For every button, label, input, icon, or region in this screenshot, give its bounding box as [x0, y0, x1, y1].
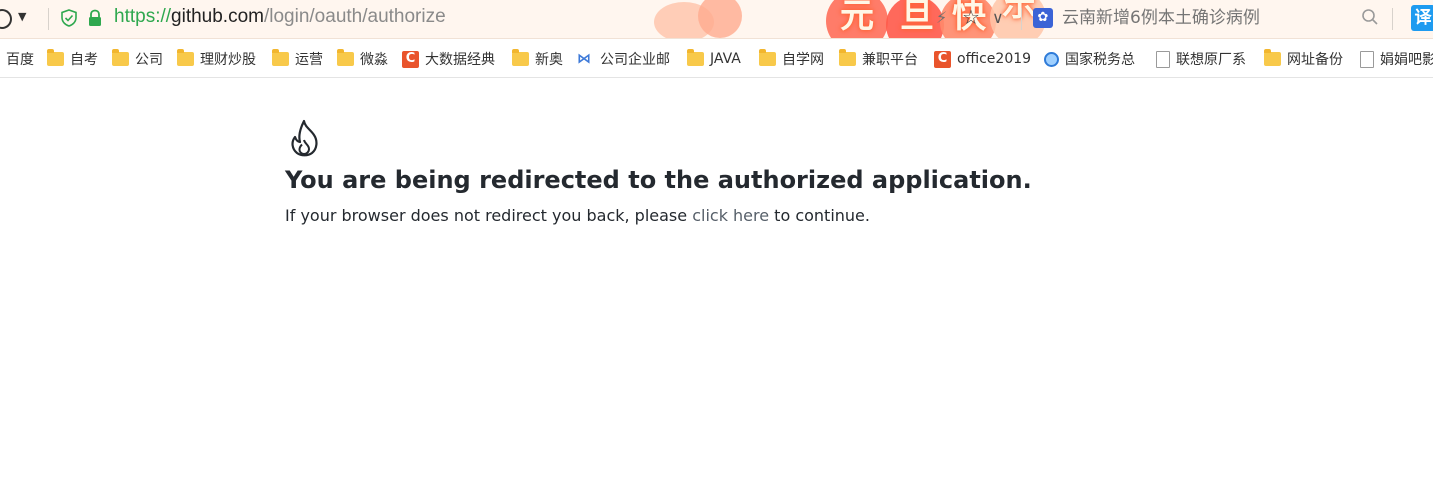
- bookmark-item[interactable]: 国家税务总: [1044, 49, 1135, 69]
- url-path: /login/oauth/authorize: [263, 6, 446, 27]
- bookmark-label: 百度: [6, 52, 34, 68]
- bookmark-label: 网址备份: [1287, 52, 1343, 68]
- bookmark-label: 新奥: [535, 52, 563, 68]
- festival-char-4: 乐: [1002, 0, 1036, 24]
- folder-icon: [112, 49, 129, 66]
- bookmark-label: JAVA: [710, 51, 741, 67]
- bookmark-label: 国家税务总: [1065, 52, 1135, 68]
- search-input[interactable]: [1062, 6, 1342, 30]
- bookmark-label: 兼职平台: [862, 52, 918, 68]
- bookmark-label: 理财炒股: [200, 52, 256, 68]
- folder-icon: [759, 49, 776, 66]
- bookmark-item[interactable]: 娟娟吧影: [1360, 49, 1433, 69]
- bookmark-label: office2019: [957, 51, 1032, 67]
- flame-icon: [291, 119, 318, 157]
- click-here-link[interactable]: click here: [692, 206, 769, 225]
- bookmark-label: 自学网: [782, 52, 824, 68]
- bookmark-item[interactable]: 微淼: [337, 49, 388, 69]
- bookmark-label: 娟娟吧影: [1380, 52, 1433, 68]
- bookmark-item[interactable]: 百度: [6, 49, 34, 69]
- bookmark-item[interactable]: 理财炒股: [177, 49, 256, 69]
- folder-icon: [47, 49, 64, 66]
- bookmark-item[interactable]: 联想原厂系: [1156, 49, 1246, 69]
- chevron-down-icon[interactable]: ∨: [992, 8, 1004, 27]
- url-scheme: https://: [114, 6, 172, 27]
- bookmark-item[interactable]: 新奥: [512, 49, 563, 69]
- bookmark-item[interactable]: ⋈ 公司企业邮: [577, 49, 670, 69]
- tax-search-icon: [1044, 51, 1059, 67]
- reload-menu-caret-icon[interactable]: ▼: [18, 10, 26, 23]
- mail-logo-icon: ⋈: [577, 51, 591, 67]
- lightning-icon[interactable]: ⚡: [936, 8, 947, 27]
- page-title: You are being redirected to the authoriz…: [285, 166, 1032, 194]
- toolbar-divider: [1392, 8, 1393, 30]
- star-icon[interactable]: ☆: [962, 5, 980, 29]
- bookmark-item[interactable]: 公司: [112, 49, 163, 69]
- folder-icon: [337, 49, 354, 66]
- bookmark-item[interactable]: JAVA: [687, 49, 741, 69]
- paw-icon[interactable]: ✿: [1033, 8, 1053, 28]
- bookmark-item[interactable]: C office2019: [934, 49, 1031, 69]
- bookmark-label: 公司企业邮: [600, 52, 670, 68]
- bookmark-label: 大数据经典: [425, 52, 495, 68]
- folder-icon: [839, 49, 856, 66]
- folder-icon: [687, 49, 704, 66]
- url-field[interactable]: https://github.com/login/oauth/authorize: [114, 6, 446, 28]
- bookmark-label: 自考: [70, 52, 98, 68]
- csdn-icon: C: [934, 50, 951, 68]
- bookmarks-bar: 百度 自考 公司 理财炒股 运营 微淼 C 大数据经典 新奥 ⋈ 公司企业邮 J…: [0, 39, 1433, 78]
- reload-icon[interactable]: [0, 9, 12, 29]
- bookmark-item[interactable]: 网址备份: [1264, 49, 1343, 69]
- festival-char-2: 旦: [900, 0, 934, 36]
- file-icon: [1156, 50, 1170, 68]
- bookmark-item[interactable]: C 大数据经典: [402, 49, 495, 69]
- toolbar-divider: [48, 8, 49, 30]
- folder-icon: [177, 49, 194, 66]
- toolbar-divider: [1021, 8, 1022, 30]
- folder-icon: [272, 49, 289, 66]
- festival-char-1: 元: [840, 0, 874, 36]
- bookmark-item[interactable]: 运营: [272, 49, 323, 69]
- folder-icon: [512, 49, 529, 66]
- bookmark-label: 公司: [135, 52, 163, 68]
- bookmark-item[interactable]: 自考: [47, 49, 98, 69]
- folder-icon: [1264, 49, 1281, 66]
- bookmark-label: 微淼: [360, 52, 388, 68]
- lock-icon[interactable]: [87, 9, 103, 27]
- translate-icon[interactable]: 译: [1411, 5, 1433, 31]
- note-text-before: If your browser does not redirect you ba…: [285, 206, 693, 225]
- redirect-note: If your browser does not redirect you ba…: [285, 206, 870, 225]
- bookmark-label: 联想原厂系: [1176, 52, 1246, 68]
- festival-banner: 元 旦 快 乐: [650, 0, 1070, 38]
- url-host: github.com: [171, 6, 264, 27]
- search-icon[interactable]: [1361, 8, 1379, 26]
- note-text-after: to continue.: [769, 206, 870, 225]
- bookmark-label: 运营: [295, 52, 323, 68]
- file-icon: [1360, 50, 1374, 68]
- shield-check-icon[interactable]: [60, 9, 78, 27]
- csdn-icon: C: [402, 50, 419, 68]
- bookmark-item[interactable]: 自学网: [759, 49, 824, 69]
- address-bar: 元 旦 快 乐 ▼ https://github.com/login/oauth…: [0, 0, 1433, 39]
- bookmark-item[interactable]: 兼职平台: [839, 49, 918, 69]
